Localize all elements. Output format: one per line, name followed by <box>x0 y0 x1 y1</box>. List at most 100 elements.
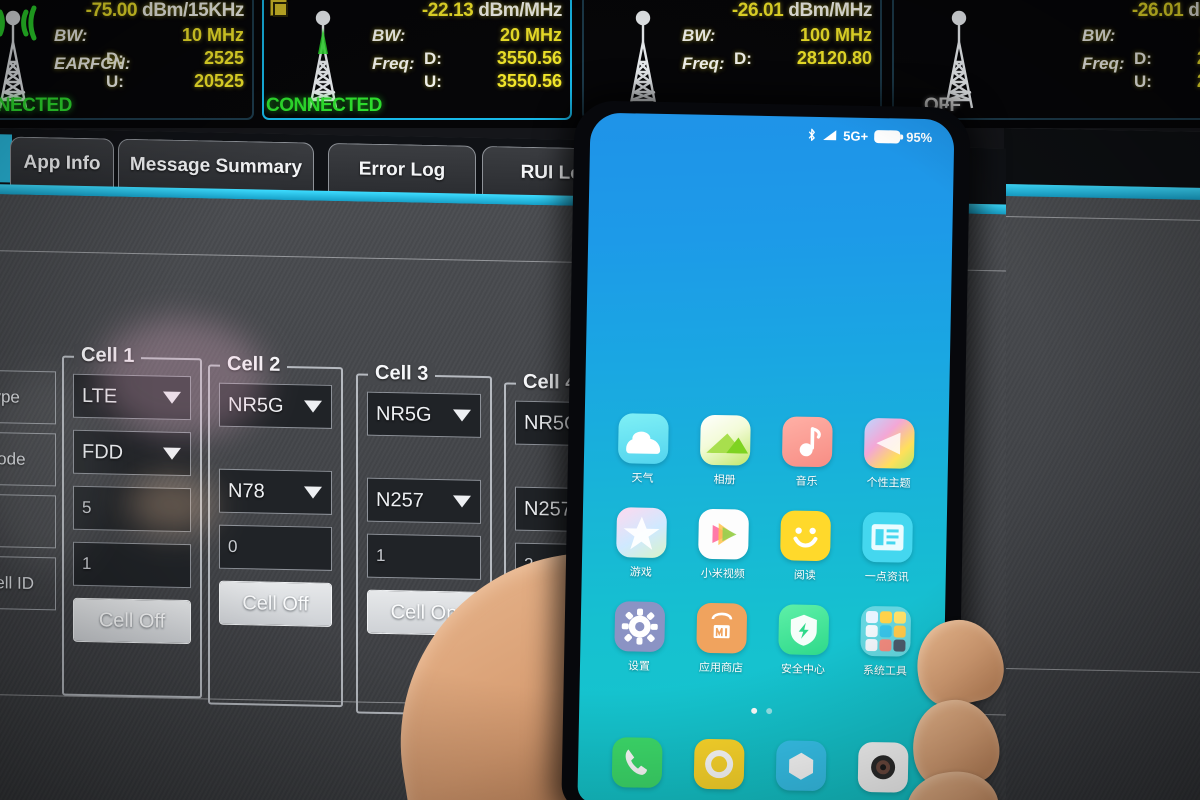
uplink-row-2: U: 3550.56 <box>424 71 562 91</box>
app-games[interactable]: 游戏 <box>600 507 683 581</box>
screenshot-root: -75.00 dBm/15KHz BW: 10 MHz EARFCN: D: 2… <box>0 0 1200 800</box>
cell-2-toggle-button[interactable]: Cell Off <box>219 580 332 627</box>
freq-label-2: Freq: <box>372 54 415 73</box>
power-value-2: -22.13 dBm/MHz <box>421 0 563 21</box>
instrument-readout-2: -22.13 dBm/MHz BW: 20 MHz Freq: D: 3550.… <box>372 0 562 94</box>
app-label: 游戏 <box>629 566 652 579</box>
freq-label-1: EARFCN: <box>54 54 131 73</box>
tab-message-summary[interactable]: Message Summary <box>118 138 314 193</box>
freq-label-3: Freq: <box>682 54 725 73</box>
security-shield-icon <box>778 604 830 656</box>
cell-3-band-select[interactable]: N257 <box>367 477 481 524</box>
page-dot[interactable] <box>750 707 757 714</box>
app-weather[interactable]: 天气 <box>601 413 684 487</box>
tab-error-log[interactable]: Error Log <box>328 142 476 196</box>
chevron-down-icon <box>163 447 181 460</box>
tab-app-info[interactable]: App Info <box>10 136 114 189</box>
app-label: 安全中心 <box>780 663 826 677</box>
cell-2-toggle-label: Cell Off <box>242 591 309 615</box>
camera-icon <box>857 741 909 793</box>
app-label: 相册 <box>713 473 736 487</box>
smartphone-device: 5G+ 95% 天气 相册 音乐 个性主题 游戏 小米视频 阅读 一点资讯 设置… <box>561 100 971 800</box>
chevron-down-icon <box>304 400 322 413</box>
app-store-icon <box>696 602 748 654</box>
app-gallery[interactable]: 相册 <box>683 414 766 488</box>
cell-1-toggle-label: Cell Off <box>98 608 166 633</box>
cell-1-band-input[interactable]: 5 <box>73 485 191 533</box>
uplink-row-4: U: 28220.80 <box>1134 71 1200 91</box>
phone-handset-icon <box>611 737 663 789</box>
app-security-center[interactable]: 安全中心 <box>762 604 845 678</box>
app-system-tools-folder[interactable]: 系统工具 <box>844 605 927 680</box>
network-type-label: 5G+ <box>843 127 869 144</box>
app-label: 小米视频 <box>700 567 745 581</box>
chevron-down-icon <box>453 409 471 422</box>
instrument-readout-3: -26.01 dBm/MHz BW: 100 MHz Freq: D: 2812… <box>682 0 873 73</box>
cell-3-tech-select[interactable]: NR5G <box>367 391 481 438</box>
app-reading[interactable]: 阅读 <box>764 510 847 584</box>
label-text: Type <box>0 386 20 407</box>
instrument-panel-4[interactable]: -26.01 dBm/MHz BW: 100 MHz Freq: D: 2822… <box>892 0 1200 120</box>
chevron-down-icon <box>163 391 181 404</box>
cell-2-tech-value: NR5G <box>228 393 284 417</box>
app-label: 阅读 <box>793 569 816 582</box>
games-icon <box>616 507 668 559</box>
app-themes[interactable]: 个性主题 <box>847 417 930 492</box>
browser-icon <box>775 740 827 792</box>
instrument-panel-2[interactable]: -22.13 dBm/MHz BW: 20 MHz Freq: D: 3550.… <box>262 0 572 120</box>
tab-label: App Info <box>23 151 101 174</box>
label-mode: Mode <box>0 431 56 487</box>
monitor-top-band <box>1004 128 1200 189</box>
cell-2-id-input[interactable]: 0 <box>219 524 332 571</box>
settings-gear-icon <box>614 601 666 653</box>
cell-1-duplex-select[interactable]: FDD <box>73 429 191 477</box>
cell-2-band-value: N78 <box>228 479 265 503</box>
cell-3-id-value: 1 <box>376 545 386 566</box>
power-value-1: -75.00 dBm/15KHz <box>85 0 245 21</box>
themes-icon <box>863 417 915 469</box>
monitor-accent-bar <box>1004 184 1200 201</box>
signal-bars-icon <box>822 129 837 141</box>
reading-icon <box>780 510 832 562</box>
app-music[interactable]: 音乐 <box>765 416 848 490</box>
app-label: 音乐 <box>795 475 818 488</box>
bandwidth-row-1: BW: 10 MHz <box>54 25 244 45</box>
cell-1-toggle-button[interactable]: Cell Off <box>73 597 191 645</box>
phone-dock: 电话 短信 浏览器 <box>596 737 925 793</box>
phone-screen[interactable]: 5G+ 95% 天气 相册 音乐 个性主题 游戏 小米视频 阅读 一点资讯 设置… <box>577 112 955 800</box>
dock-phone[interactable]: 电话 <box>596 737 679 789</box>
label-type: Type <box>0 369 56 425</box>
label-blank <box>0 493 56 549</box>
system-tools-folder-icon <box>860 605 912 657</box>
bluetooth-icon <box>807 127 816 142</box>
page-dot[interactable] <box>765 708 772 715</box>
app-mi-video[interactable]: 小米视频 <box>682 508 765 582</box>
dock-browser[interactable]: 浏览器 <box>760 740 843 792</box>
mi-video-icon <box>698 508 750 560</box>
weather-icon <box>617 413 669 465</box>
bandwidth-row-3: BW: 100 MHz <box>682 25 872 45</box>
bandwidth-row-2: BW: 20 MHz <box>372 25 562 45</box>
messages-icon <box>693 738 745 790</box>
app-yidian-news[interactable]: 一点资讯 <box>846 511 929 586</box>
cell-tower-icon <box>600 4 686 110</box>
battery-icon <box>874 129 901 144</box>
connection-status-2: CONNECTED <box>266 95 382 116</box>
cell-1-tech-select[interactable]: LTE <box>73 373 191 421</box>
power-value-3: -26.01 dBm/MHz <box>731 0 873 21</box>
cell-1-band-value: 5 <box>82 497 92 518</box>
home-screen-app-grid: 天气 相册 音乐 个性主题 游戏 小米视频 阅读 一点资讯 设置 应用商店 安全… <box>598 413 931 679</box>
cell-2-band-select[interactable]: N78 <box>219 468 332 515</box>
app-settings[interactable]: 设置 <box>598 601 681 675</box>
cell-1-id-input[interactable]: 1 <box>73 541 191 589</box>
monitor-hairline-top <box>1004 216 1200 222</box>
instrument-panel-1[interactable]: -75.00 dBm/15KHz BW: 10 MHz EARFCN: D: 2… <box>0 0 254 120</box>
app-store[interactable]: 应用商店 <box>680 602 763 676</box>
cell-1-id-value: 1 <box>82 553 92 574</box>
tab-label: Message Summary <box>129 153 303 178</box>
dock-messages[interactable]: 短信 <box>678 738 761 790</box>
downlink-row-4: D: 28220.80 <box>1134 48 1200 68</box>
cell-2-tech-select[interactable]: NR5G <box>219 382 332 429</box>
bandwidth-row-4: BW: 100 MHz <box>1082 25 1200 45</box>
cell-3-id-input[interactable]: 1 <box>367 533 481 580</box>
